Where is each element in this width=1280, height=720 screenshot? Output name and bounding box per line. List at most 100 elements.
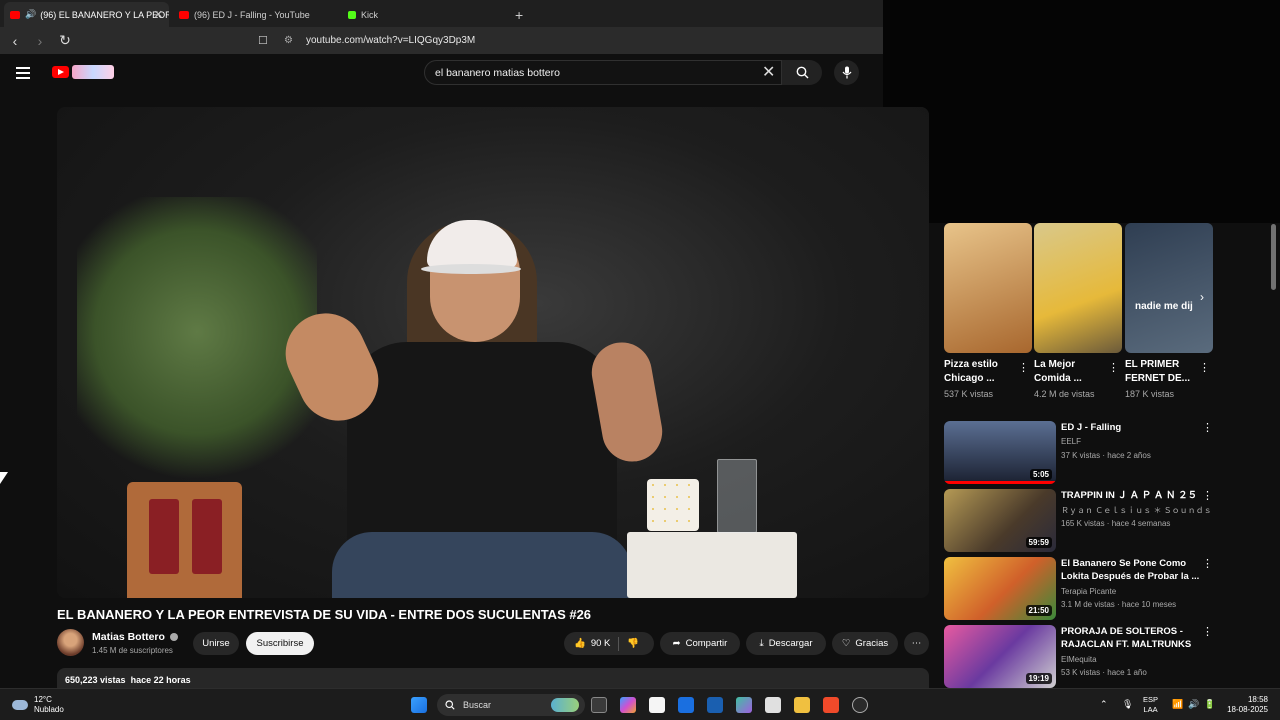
close-tab-icon[interactable]: ✕ (154, 8, 163, 21)
video-title: EL BANANERO Y LA PEOR ENTREVISTA DE SU V… (57, 607, 592, 622)
task-view-icon[interactable] (591, 697, 607, 713)
video-thumbnail[interactable]: 59:59 (944, 489, 1056, 552)
bookmark-icon[interactable]: ☐ (258, 34, 272, 47)
list-item[interactable]: 21:50 El Bananero Se Pone Como Lokita De… (944, 557, 1219, 620)
more-options-icon[interactable]: ⋮ (1199, 361, 1210, 374)
url-text[interactable]: youtube.com/watch?v=LIQGqy3Dp3M (306, 35, 475, 46)
download-button[interactable]: ⤓ Descargar (746, 632, 826, 655)
subscribe-button[interactable]: Suscribirse (246, 632, 314, 655)
speaker-icon[interactable]: 🔊 (25, 9, 36, 20)
video-person (272, 162, 672, 598)
wifi-icon[interactable]: 📶 (1172, 699, 1183, 710)
taskbar-search-label[interactable]: Buscar (463, 700, 491, 710)
notepad-icon[interactable] (649, 697, 665, 713)
url-box[interactable]: ☐ ⚙ youtube.com/watch?v=LIQGqy3Dp3M (258, 30, 883, 51)
forward-icon[interactable]: › (30, 33, 50, 49)
chevron-up-icon[interactable]: ⌃ (1100, 699, 1108, 710)
more-actions-button[interactable]: ⋯ (904, 632, 929, 655)
thanks-button[interactable]: ♡ Gracias (832, 632, 898, 655)
channel-name[interactable]: EELF (1061, 437, 1081, 446)
video-glass (717, 459, 757, 533)
back-icon[interactable]: ‹ (5, 33, 25, 49)
youtube-logo[interactable] (52, 65, 114, 79)
reload-icon[interactable]: ↻ (55, 32, 75, 49)
short-card[interactable]: nadie me dij EL PRIMER FERNET DE... ⋮ 18… (1125, 223, 1213, 399)
video-title[interactable]: TRAPPIN IN Ｊ Ａ Ｐ Ａ Ｎ ２５ (1061, 489, 1201, 502)
brave-browser-icon[interactable] (823, 697, 839, 713)
browser-tab-bar: 🔊 (96) EL BANANERO Y LA PEOR ✕ (96) ED J… (0, 0, 883, 27)
video-player[interactable] (57, 107, 929, 598)
chevron-right-icon[interactable]: › (1200, 290, 1204, 304)
video-title[interactable]: PRORAJA DE SOLTEROS - RAJACLAN FT. MALTR… (1061, 625, 1201, 652)
list-item[interactable]: 19:19 PRORAJA DE SOLTEROS - RAJACLAN FT.… (944, 625, 1219, 688)
taskbar-search[interactable]: Buscar (437, 694, 585, 716)
video-thumbnail[interactable]: 21:50 (944, 557, 1056, 620)
channel-name[interactable]: Terapia Picante (1061, 587, 1116, 596)
short-thumbnail[interactable] (944, 223, 1032, 353)
channel-name-text[interactable]: Matias Bottero (92, 631, 165, 643)
language-indicator[interactable]: ESP LAA (1143, 695, 1158, 715)
short-thumbnail[interactable]: nadie me dij (1125, 223, 1213, 353)
store-icon[interactable] (765, 697, 781, 713)
windows-start-icon[interactable] (411, 697, 427, 713)
volume-icon[interactable]: 🔊 (1188, 699, 1199, 710)
more-options-icon[interactable]: ⋮ (1202, 625, 1213, 638)
channel-name[interactable]: Matias Bottero (92, 631, 178, 643)
language-primary: ESP (1143, 695, 1159, 704)
app-icon[interactable] (736, 697, 752, 713)
more-options-icon[interactable]: ⋮ (1108, 361, 1119, 374)
share-button[interactable]: ➦ Compartir (660, 632, 740, 655)
voice-search-button[interactable] (834, 60, 859, 85)
more-options-icon[interactable]: ⋮ (1202, 489, 1213, 502)
menu-icon[interactable] (16, 67, 30, 82)
short-card[interactable]: Pizza estilo Chicago ... ⋮ 537 K vistas (944, 223, 1032, 399)
search-highlight-icon (551, 698, 579, 712)
tab-ed-j-falling[interactable]: (96) ED J - Falling - YouTube (173, 2, 338, 27)
channel-name[interactable]: Ｒｙａｎ Ｃｅｌｓｉｕｓ ＊ Ｓｏｕｎｄｓ (1061, 505, 1212, 516)
channel-name[interactable]: ElMequita (1061, 655, 1097, 664)
video-can (149, 499, 179, 574)
duration-badge: 59:59 (1025, 537, 1052, 548)
weather-widget[interactable]: 12°C Nublado (12, 695, 64, 714)
short-thumbnail[interactable] (1034, 223, 1122, 353)
list-item[interactable]: 59:59 TRAPPIN IN Ｊ Ａ Ｐ Ａ Ｎ ２５ Ｒｙａｎ Ｃｅｌｓｉ… (944, 489, 1219, 552)
video-title[interactable]: El Bananero Se Pone Como Lokita Después … (1061, 557, 1201, 584)
subscriber-count: 1.45 M de suscriptores (92, 646, 173, 655)
short-title[interactable]: La Mejor Comida ... (1034, 358, 1104, 385)
dropbox-icon[interactable] (678, 697, 694, 713)
site-info-icon[interactable]: ⚙ (284, 35, 298, 46)
more-options-icon[interactable]: ⋮ (1202, 557, 1213, 570)
file-explorer-icon[interactable] (794, 697, 810, 713)
taskbar: 12°C Nublado Buscar ⌃ 🎙 ESP LAA 📶 🔊 🔋 18… (0, 688, 1280, 720)
like-count[interactable]: 90 K (591, 638, 611, 649)
duration-badge: 5:05 (1029, 469, 1052, 480)
like-icon[interactable]: 👍 (574, 638, 586, 649)
more-options-icon[interactable]: ⋮ (1018, 361, 1029, 374)
outlook-icon[interactable] (707, 697, 723, 713)
tab-kick[interactable]: Kick (342, 2, 507, 27)
battery-icon[interactable]: 🔋 (1204, 699, 1215, 710)
microphone-icon[interactable]: 🎙 (1122, 699, 1133, 710)
app-icon[interactable] (852, 697, 868, 713)
video-can (192, 499, 222, 574)
short-title[interactable]: Pizza estilo Chicago ... (944, 358, 1014, 385)
clock[interactable]: 18:58 18-08-2025 (1224, 695, 1268, 716)
video-title[interactable]: ED J - Falling (1061, 421, 1201, 434)
short-title[interactable]: EL PRIMER FERNET DE... (1125, 358, 1195, 385)
join-button[interactable]: Unirse (193, 632, 239, 655)
channel-avatar[interactable] (57, 629, 84, 656)
search-value[interactable]: el bananero matias bottero (435, 67, 560, 79)
more-options-icon[interactable]: ⋮ (1202, 421, 1213, 434)
new-tab-button[interactable]: + (515, 2, 523, 27)
search-input[interactable]: el bananero matias bottero (424, 60, 782, 85)
clear-search-icon[interactable]: ✕ (762, 62, 775, 82)
video-thumbnail[interactable]: 19:19 (944, 625, 1056, 688)
scrollbar[interactable] (1271, 224, 1276, 290)
search-button[interactable] (782, 60, 822, 85)
short-card[interactable]: La Mejor Comida ... ⋮ 4.2 M de vistas (1034, 223, 1122, 399)
video-thumbnail[interactable]: 5:05 (944, 421, 1056, 484)
list-item[interactable]: 5:05 ED J - Falling EELF 37 K vistas · h… (944, 421, 1219, 484)
dislike-icon[interactable]: 👎 (627, 638, 639, 649)
copilot-icon[interactable] (620, 697, 636, 713)
tab-bananero[interactable]: 🔊 (96) EL BANANERO Y LA PEOR ✕ (4, 2, 169, 27)
